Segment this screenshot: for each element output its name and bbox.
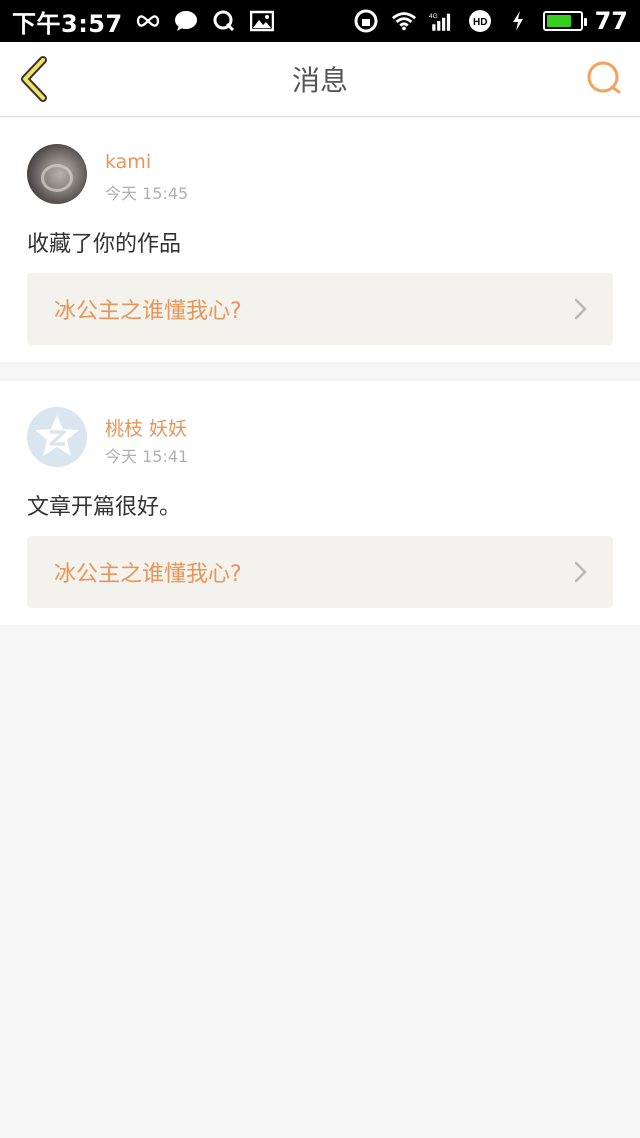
work-link-button[interactable]: 冰公主之谁懂我心? (27, 536, 613, 608)
chevron-right-icon (574, 561, 587, 583)
status-bar: 下午3:57 4G HD 77 (0, 0, 640, 42)
message-content: 收藏了你的作品 (27, 232, 182, 257)
signal-icon: 4G (429, 8, 455, 34)
default-avatar-icon (27, 407, 87, 467)
chat-bubble-icon (173, 8, 199, 34)
infinity-icon (135, 8, 161, 34)
charging-icon (505, 8, 531, 34)
back-button[interactable] (14, 54, 54, 104)
message-card: kami 今天 15:45 收藏了你的作品 冰公主之谁懂我心? (0, 118, 640, 362)
chevron-left-icon (21, 56, 47, 102)
timestamp: 今天 15:41 (105, 447, 189, 466)
search-button[interactable] (582, 56, 626, 100)
work-title: 冰公主之谁懂我心? (54, 299, 242, 324)
page-title: 消息 (291, 64, 348, 97)
chevron-right-icon (574, 298, 587, 320)
username[interactable]: 桃枝 妖妖 (105, 414, 187, 441)
status-right: 4G HD 77 (353, 7, 628, 35)
username[interactable]: kami (105, 151, 151, 173)
avatar[interactable] (27, 407, 87, 467)
battery-level: 77 (594, 7, 628, 35)
message-card: 桃枝 妖妖 今天 15:41 文章开篇很好。 冰公主之谁懂我心? (0, 381, 640, 625)
image-icon (249, 8, 275, 34)
timestamp: 今天 15:45 (105, 184, 189, 203)
q-icon (211, 8, 237, 34)
status-time: 下午3:57 (12, 9, 123, 38)
work-title: 冰公主之谁懂我心? (54, 562, 242, 587)
hd-icon: HD (467, 8, 493, 34)
header-bar: 消息 (0, 42, 640, 117)
status-left: 下午3:57 (12, 4, 275, 39)
battery-icon (542, 11, 587, 31)
rotation-lock-icon (353, 8, 379, 34)
search-icon (587, 61, 621, 94)
work-link-button[interactable]: 冰公主之谁懂我心? (27, 273, 613, 345)
wifi-icon (391, 8, 417, 34)
message-content: 文章开篇很好。 (27, 495, 182, 520)
network-type: 4G (429, 13, 438, 20)
svg-text:HD: HD (473, 17, 487, 28)
battery-fill (546, 15, 572, 27)
avatar[interactable] (27, 144, 87, 204)
